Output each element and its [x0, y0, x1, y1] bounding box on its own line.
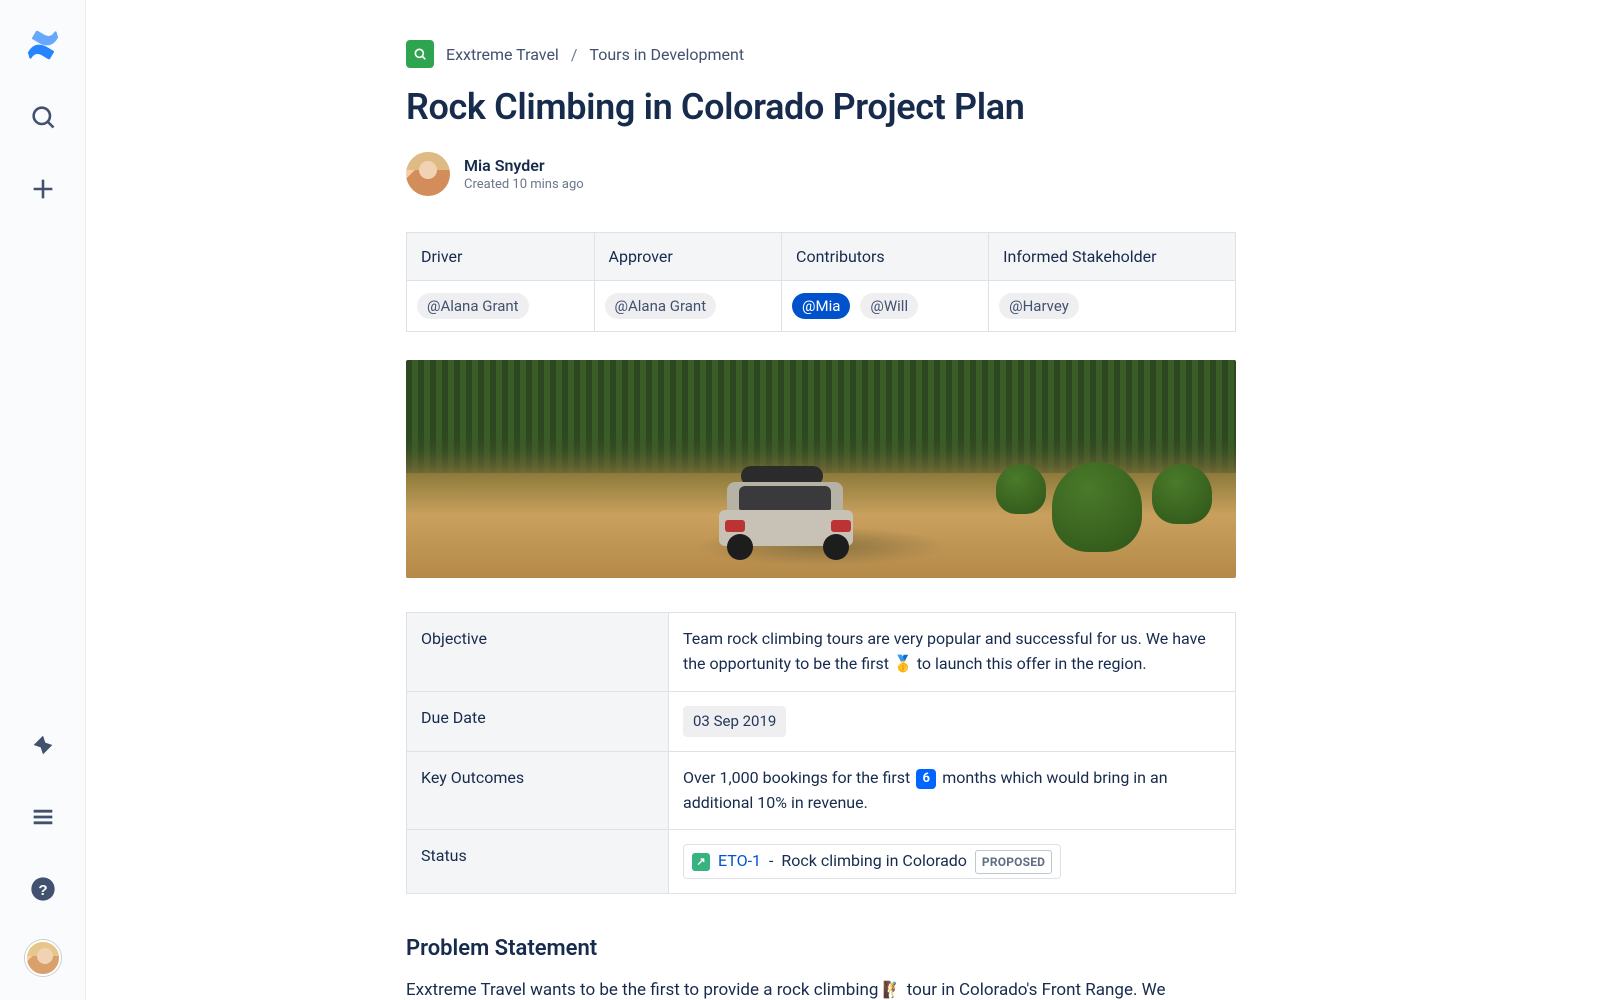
people-header-stakeholder: Informed Stakeholder [989, 233, 1236, 281]
people-header-driver: Driver [407, 233, 595, 281]
issue-summary: Rock climbing in Colorado [781, 849, 967, 874]
section-body: Exxtreme Travel wants to be the first to… [406, 977, 1236, 1000]
mention-stakeholder[interactable]: @Harvey [999, 293, 1079, 319]
page-main: Exxtreme Travel / Tours in Development R… [86, 0, 1600, 1000]
details-label-duedate: Due Date [407, 691, 669, 751]
search-icon[interactable] [22, 96, 64, 138]
page-byline: Mia Snyder Created 10 mins ago [406, 152, 1236, 196]
create-icon[interactable] [22, 168, 64, 210]
issue-key[interactable]: ETO-1 [718, 849, 761, 874]
car-illustration [713, 466, 863, 560]
details-value-outcomes: Over 1,000 bookings for the first 6 mont… [669, 751, 1236, 830]
menu-icon[interactable] [22, 796, 64, 838]
six-chip-icon: 6 [916, 769, 936, 789]
details-value-objective: Team rock climbing tours are very popula… [669, 613, 1236, 692]
author-avatar[interactable] [406, 152, 450, 196]
mention-approver[interactable]: @Alana Grant [605, 293, 717, 319]
mention-driver[interactable]: @Alana Grant [417, 293, 529, 319]
medal-icon: 🥇 [893, 652, 913, 677]
people-header-approver: Approver [594, 233, 782, 281]
mention-contributor-me[interactable]: @Mia [792, 293, 850, 319]
due-date-chip[interactable]: 03 Sep 2019 [683, 706, 786, 737]
discover-icon[interactable] [22, 724, 64, 766]
hero-image [406, 360, 1236, 578]
climber-icon: 🧗 [883, 980, 903, 999]
author-name[interactable]: Mia Snyder [464, 156, 584, 175]
breadcrumb-parent[interactable]: Tours in Development [589, 45, 744, 64]
linked-issue[interactable]: ↗ ETO-1 - Rock climbing in Colorado PROP… [683, 844, 1061, 879]
created-timestamp: Created 10 mins ago [464, 177, 584, 192]
svg-text:?: ? [38, 882, 47, 899]
breadcrumb-space[interactable]: Exxtreme Travel [446, 45, 559, 64]
status-lozenge: PROPOSED [975, 850, 1052, 875]
details-label-objective: Objective [407, 613, 669, 692]
issue-type-icon: ↗ [692, 853, 710, 871]
global-sidebar: ? [0, 0, 86, 1000]
people-row: @Alana Grant @Alana Grant @Mia @Will @Ha… [407, 281, 1236, 332]
mention-contributor[interactable]: @Will [860, 293, 918, 319]
page-title: Rock Climbing in Colorado Project Plan [406, 86, 1236, 128]
help-icon[interactable]: ? [22, 868, 64, 910]
details-label-outcomes: Key Outcomes [407, 751, 669, 830]
breadcrumb: Exxtreme Travel / Tours in Development [406, 40, 1236, 68]
space-icon[interactable] [406, 40, 434, 68]
breadcrumb-separator: / [571, 45, 578, 64]
details-label-status: Status [407, 830, 669, 894]
section-heading: Problem Statement [406, 936, 1236, 961]
people-header-contributors: Contributors [782, 233, 989, 281]
details-table: Objective Team rock climbing tours are v… [406, 612, 1236, 894]
user-avatar[interactable] [25, 940, 61, 976]
people-table: Driver Approver Contributors Informed St… [406, 232, 1236, 332]
confluence-logo[interactable] [22, 24, 64, 66]
